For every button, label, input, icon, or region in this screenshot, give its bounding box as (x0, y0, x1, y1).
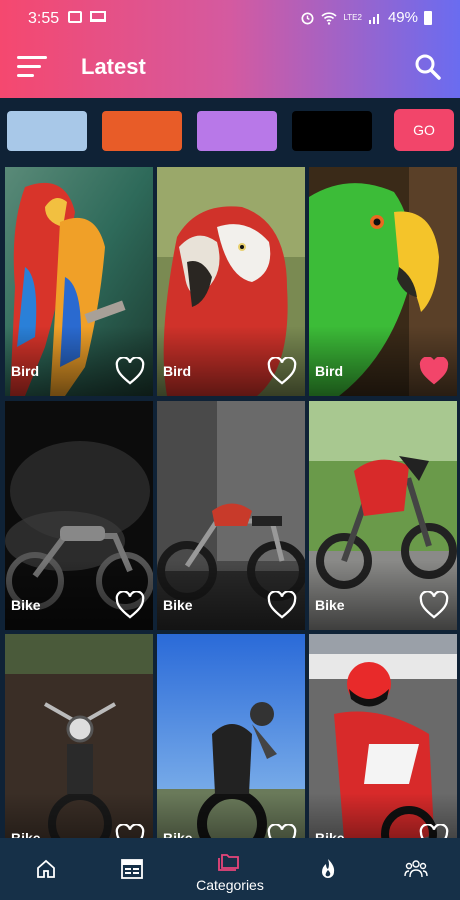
go-button[interactable]: GO (394, 109, 454, 151)
image-notification-icon (68, 11, 82, 23)
tile-label: Bird (11, 363, 39, 379)
tile-label: Bike (11, 830, 41, 838)
heart-icon[interactable] (267, 591, 297, 619)
folder-icon (218, 854, 239, 871)
page-title: Latest (81, 54, 146, 79)
heart-icon[interactable] (115, 357, 145, 385)
wallpaper-tile[interactable]: Bike (309, 634, 457, 838)
heart-icon[interactable] (419, 591, 449, 619)
tile-label: Bird (315, 363, 343, 379)
status-time: 3:55 (28, 10, 60, 27)
nav-community[interactable] (370, 838, 460, 900)
nav-gallery[interactable] (86, 838, 178, 900)
search-icon[interactable] (414, 53, 442, 81)
fire-icon (322, 859, 335, 878)
menu-icon[interactable] (17, 56, 47, 78)
color-swatch-orange[interactable] (102, 111, 182, 151)
wifi-icon (321, 11, 337, 25)
tile-label: Bike (315, 830, 345, 838)
wallpaper-tile[interactable]: Bird (5, 167, 153, 396)
wallpaper-tile[interactable]: Bird (157, 167, 305, 396)
color-swatch-purple[interactable] (197, 111, 277, 151)
home-icon (37, 859, 55, 878)
nav-categories[interactable]: Categories (184, 838, 276, 900)
wallpaper-tile[interactable]: Bike (157, 401, 305, 630)
app-header: 3:55 LTE2 49% Latest (0, 0, 460, 98)
alarm-icon (301, 12, 314, 25)
color-swatch-black[interactable] (292, 111, 372, 151)
heart-icon[interactable] (115, 591, 145, 619)
battery-level: 49% (387, 9, 418, 26)
network-label: LTE2 (343, 12, 362, 22)
status-right: LTE2 49% (300, 9, 432, 26)
battery-icon (424, 10, 432, 25)
wallpaper-tile[interactable]: Bird (309, 167, 457, 396)
nav-home[interactable] (0, 838, 92, 900)
status-bar: 3:55 LTE2 49% (0, 0, 460, 36)
tile-label: Bike (163, 597, 193, 613)
tile-label: Bike (163, 830, 193, 838)
wallpaper-tile[interactable]: Bike (5, 401, 153, 630)
signal-icon (368, 13, 379, 24)
heart-icon[interactable] (267, 824, 297, 838)
wallpaper-tile[interactable]: Bike (309, 401, 457, 630)
heart-icon[interactable] (115, 824, 145, 838)
nav-label: Categories (196, 877, 264, 893)
color-swatch-light-blue[interactable] (7, 111, 87, 151)
toolbar: Latest (0, 44, 460, 88)
heart-icon[interactable] (267, 357, 297, 385)
tile-label: Bike (11, 597, 41, 613)
notification-icons (68, 11, 106, 23)
laptop-notification-icon (90, 11, 106, 22)
gallery-icon (121, 859, 143, 879)
heart-filled-icon[interactable] (419, 357, 449, 385)
wallpaper-tile[interactable]: Bike (5, 634, 153, 838)
bottom-navigation: Categories (0, 838, 460, 900)
wallpaper-tile[interactable]: Bike (157, 634, 305, 838)
color-filter-bar: GO (0, 98, 460, 164)
users-icon (404, 860, 428, 878)
nav-trending[interactable] (282, 838, 374, 900)
wallpaper-grid: Bird Bird Bird Bike Bike Bike Bike Bike … (0, 166, 460, 838)
tile-label: Bird (163, 363, 191, 379)
heart-icon[interactable] (419, 824, 449, 838)
tile-label: Bike (315, 597, 345, 613)
